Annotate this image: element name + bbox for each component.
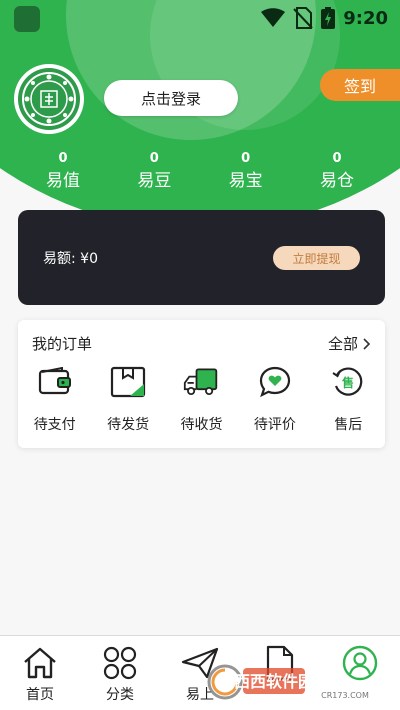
stats-row: 0 易值 0 易豆 0 易宝 0 易仓 <box>18 150 382 200</box>
status-bar: 9:20 <box>0 0 400 36</box>
category-icon <box>101 644 139 682</box>
orders-all-link[interactable]: 全部 <box>328 333 371 354</box>
signin-button[interactable]: 签到 <box>320 69 400 101</box>
app-logo-icon <box>18 68 80 130</box>
tab-home[interactable]: 首页 <box>0 636 80 710</box>
home-icon <box>21 644 59 682</box>
stat-yidou[interactable]: 0 易豆 <box>109 150 199 200</box>
stat-label: 易值 <box>46 171 80 191</box>
heart-chat-icon <box>257 364 293 400</box>
stat-value: 0 <box>58 151 68 166</box>
stat-yicang[interactable]: 0 易仓 <box>292 150 382 200</box>
orders-card: 我的订单 全部 待支付 待发货 待收货 待评价 售 售后 <box>18 320 385 448</box>
stat-label: 易仓 <box>319 171 354 191</box>
wifi-icon <box>261 8 286 27</box>
order-label: 售后 <box>334 417 363 433</box>
order-label: 待发货 <box>107 417 150 433</box>
tab-label: 分类 <box>106 687 134 703</box>
stat-value: 0 <box>332 151 342 166</box>
watermark-text-main: 西西软件园 <box>234 672 314 691</box>
watermark-text-sub: CR173.COM <box>321 691 369 700</box>
order-after-sales[interactable]: 售 售后 <box>312 364 385 442</box>
order-label: 待支付 <box>33 417 76 433</box>
tab-category[interactable]: 分类 <box>80 636 160 710</box>
app-notification-icon <box>14 6 40 32</box>
order-status-row: 待支付 待发货 待收货 待评价 售 售后 <box>18 364 385 442</box>
wallet-icon <box>37 364 73 400</box>
stat-label: 易宝 <box>228 171 263 191</box>
order-pending-payment[interactable]: 待支付 <box>18 364 91 442</box>
status-time: 9:20 <box>343 7 388 29</box>
stat-yizhi[interactable]: 0 易值 <box>18 150 108 200</box>
order-label: 待评价 <box>253 417 296 433</box>
stat-value: 0 <box>149 151 159 166</box>
login-button[interactable]: 点击登录 <box>104 80 238 116</box>
after-sales-icon: 售 <box>330 364 366 400</box>
no-sim-icon <box>293 7 313 29</box>
svg-text:售: 售 <box>342 375 354 390</box>
orders-title: 我的订单 <box>32 335 93 353</box>
balance-card: 易额: ¥0 立即提现 <box>18 210 385 305</box>
stat-value: 0 <box>241 151 251 166</box>
order-pending-review[interactable]: 待评价 <box>238 364 311 442</box>
stat-label: 易豆 <box>137 171 172 191</box>
withdraw-button[interactable]: 立即提现 <box>273 246 360 270</box>
watermark-logo: 西西软件园 CR173.COM <box>205 662 385 702</box>
avatar[interactable] <box>14 64 84 134</box>
package-icon <box>110 364 146 400</box>
stat-yibao[interactable]: 0 易宝 <box>201 150 291 200</box>
order-pending-shipment[interactable]: 待发货 <box>91 364 164 442</box>
chevron-right-icon <box>363 337 371 350</box>
orders-all-label: 全部 <box>327 335 358 353</box>
battery-icon <box>321 7 336 29</box>
order-label: 待收货 <box>180 417 223 433</box>
truck-icon <box>183 364 219 400</box>
balance-amount: 易额: ¥0 <box>43 251 98 267</box>
order-pending-receipt[interactable]: 待收货 <box>165 364 238 442</box>
tab-label: 首页 <box>26 687 54 703</box>
